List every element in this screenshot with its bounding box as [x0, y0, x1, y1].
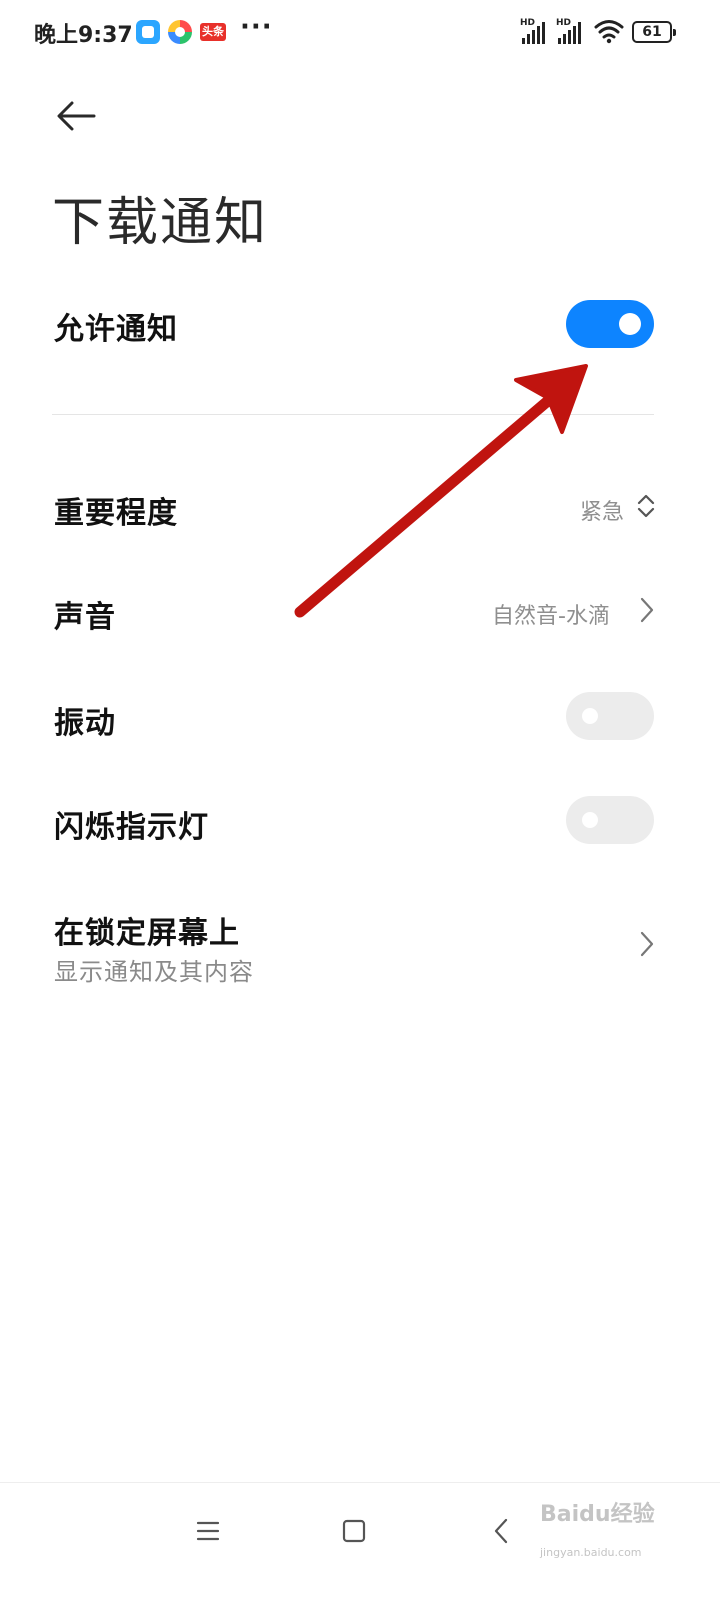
wifi-icon [594, 20, 624, 44]
status-bar: 晚上9:37 头条 ··· HD HD 61 [0, 0, 720, 64]
more-notifications-icon: ··· [240, 12, 273, 42]
baidu-watermark-logo: Baidu经验 [540, 1502, 655, 1527]
vibration-row[interactable]: 振动 [0, 690, 720, 746]
page-title: 下载通知 [52, 193, 269, 253]
nav-back-button[interactable] [478, 1511, 526, 1551]
allow-notifications-toggle[interactable] [566, 300, 654, 348]
lock-screen-sublabel: 显示通知及其内容 [54, 958, 254, 986]
indicator-light-toggle[interactable] [566, 796, 654, 844]
notification-browser-icon [168, 20, 192, 44]
chevron-right-icon [640, 931, 654, 957]
importance-row[interactable]: 重要程度 紧急 [0, 480, 720, 536]
sound-value: 自然音-水滴 [492, 604, 610, 629]
back-button[interactable] [52, 96, 100, 136]
allow-notifications-label: 允许通知 [54, 312, 178, 347]
nav-back-icon [494, 1518, 508, 1544]
divider [52, 414, 654, 415]
vibration-label: 振动 [54, 706, 116, 741]
sound-row[interactable]: 声音 自然音-水滴 [0, 584, 720, 640]
home-square-icon [342, 1519, 366, 1543]
notification-app-icon [136, 20, 160, 44]
up-down-chevron-icon [637, 494, 655, 518]
back-arrow-icon [57, 101, 96, 131]
baidu-watermark-url: jingyan.baidu.com [540, 1546, 642, 1559]
signal-icon: HD [520, 18, 550, 46]
signal-icon: HD [556, 18, 586, 46]
notification-toutiao-icon: 头条 [200, 23, 226, 41]
allow-notifications-row[interactable]: 允许通知 [0, 296, 720, 356]
nav-home-button[interactable] [330, 1511, 378, 1551]
sound-label: 声音 [54, 600, 116, 635]
lock-screen-row[interactable]: 在锁定屏幕上 显示通知及其内容 [0, 900, 720, 990]
lock-screen-label: 在锁定屏幕上 [54, 916, 240, 951]
importance-value: 紧急 [579, 500, 624, 525]
status-time: 晚上9:37 [34, 23, 133, 48]
battery-icon: 61 [632, 21, 676, 43]
chevron-right-icon [640, 597, 654, 623]
nav-menu-button[interactable] [184, 1511, 232, 1551]
importance-label: 重要程度 [54, 496, 178, 531]
indicator-light-row[interactable]: 闪烁指示灯 [0, 794, 720, 850]
menu-icon [196, 1521, 220, 1541]
vibration-toggle[interactable] [566, 692, 654, 740]
indicator-light-label: 闪烁指示灯 [54, 810, 209, 845]
